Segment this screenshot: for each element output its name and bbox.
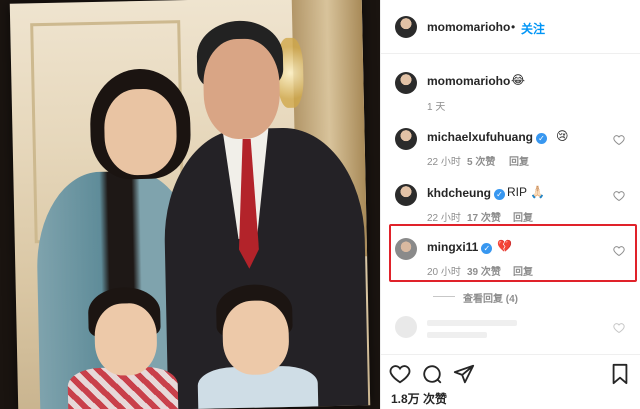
verified-badge-icon: ✓	[536, 133, 548, 144]
follow-button[interactable]: 关注	[521, 20, 545, 37]
boy-right-face	[222, 299, 290, 376]
heart-outline-icon[interactable]	[613, 190, 625, 202]
family-photo	[9, 0, 371, 409]
paper-plane-icon[interactable]	[453, 363, 475, 385]
reply-divider	[433, 296, 455, 297]
reply-button[interactable]: 回复	[513, 209, 533, 224]
woman-face	[103, 88, 178, 176]
header-separator: •	[511, 20, 516, 34]
reply-button[interactable]: 回复	[509, 153, 529, 168]
commenter-username-text[interactable]: mingxi11	[427, 240, 478, 254]
commenter-username-text[interactable]: michaelxufuhuang	[427, 130, 533, 144]
commenter-username-text[interactable]: khdcheung	[427, 186, 491, 200]
heart-outline-icon[interactable]	[613, 322, 625, 334]
verified-badge-icon: ✓	[494, 189, 506, 200]
post-photo-panel	[0, 0, 380, 409]
post-header: momomarioho • 关注	[381, 0, 640, 54]
like-count[interactable]: 1.8万 次赞	[391, 390, 447, 407]
commenter-avatar[interactable]	[395, 128, 417, 150]
view-replies-button[interactable]: 查看回复 (4)	[463, 290, 518, 305]
commenter-avatar[interactable]	[395, 316, 417, 338]
instagram-side-panel: momomarioho • 关注 momomarioho 😂 1 天 micha…	[380, 0, 640, 409]
caption-text: 😂	[511, 73, 526, 87]
commenter-avatar[interactable]	[395, 238, 417, 260]
verified-badge-icon: ✓	[481, 243, 493, 254]
comment-time[interactable]: 22 小时	[427, 209, 461, 224]
comment-likes[interactable]: 39 次赞	[467, 263, 501, 278]
comment-time[interactable]: 22 小时	[427, 153, 461, 168]
caption-time[interactable]: 1 天	[427, 98, 445, 113]
man-face	[202, 38, 281, 140]
boy-left-face	[94, 302, 158, 377]
author-username[interactable]: momomarioho	[427, 20, 510, 34]
comment-likes[interactable]: 5 次赞	[467, 153, 495, 168]
commenter-username[interactable]: mingxi11 ✓	[427, 240, 493, 254]
comment-text: 😢	[556, 129, 569, 143]
comment-bubble-icon[interactable]	[421, 363, 443, 385]
comment-text: 💔	[497, 239, 512, 253]
commenter-username[interactable]: michaelxufuhuang ✓	[427, 130, 548, 144]
commenter-avatar[interactable]	[395, 184, 417, 206]
faded-meta	[427, 332, 487, 338]
commenter-username[interactable]: khdcheung ✓	[427, 186, 506, 200]
faded-text	[427, 320, 517, 326]
heart-outline-icon[interactable]	[613, 134, 625, 146]
comment-text: RIP 🙏🏻	[507, 185, 546, 199]
reply-button[interactable]: 回复	[513, 263, 533, 278]
comment-time[interactable]: 20 小时	[427, 263, 461, 278]
heart-icon[interactable]	[389, 363, 411, 385]
comment-likes[interactable]: 17 次赞	[467, 209, 501, 224]
caption-username[interactable]: momomarioho	[427, 74, 510, 88]
bookmark-icon[interactable]	[609, 363, 631, 385]
author-avatar[interactable]	[395, 16, 417, 38]
caption-avatar[interactable]	[395, 72, 417, 94]
heart-outline-icon[interactable]	[613, 245, 625, 257]
